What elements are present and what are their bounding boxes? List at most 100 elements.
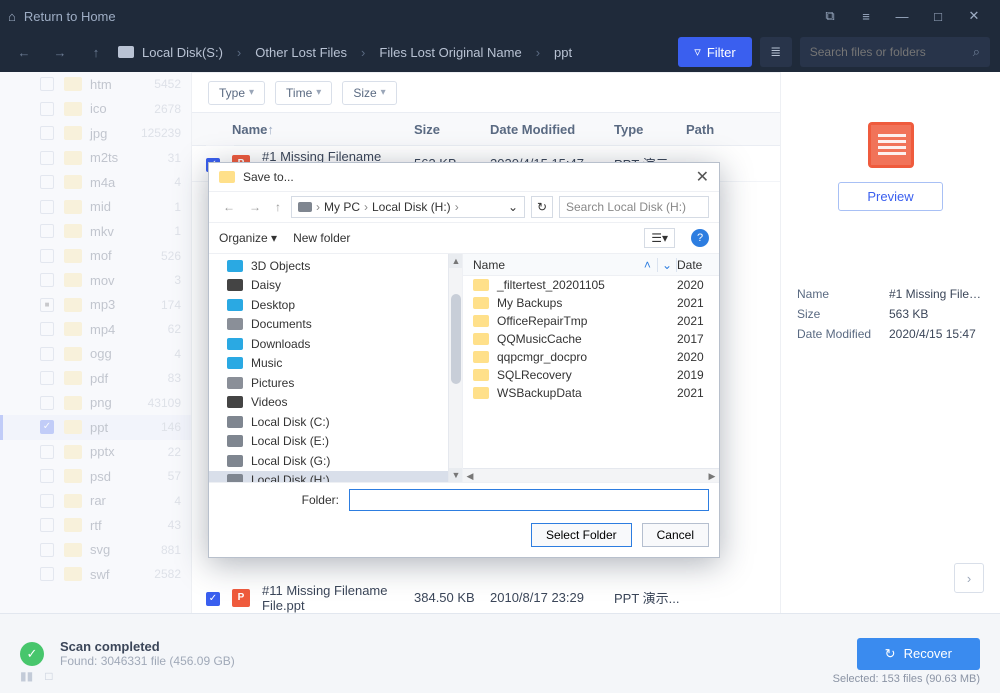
new-folder-button[interactable]: New folder <box>293 231 350 245</box>
dlg-forward-button[interactable]: → <box>245 200 265 214</box>
sidebar-item-mov[interactable]: mov3 <box>0 268 191 293</box>
sidebar-item-png[interactable]: png43109 <box>0 391 191 416</box>
filter-size[interactable]: Size <box>342 81 396 105</box>
sidebar-item-swf[interactable]: swf2582 <box>0 562 191 587</box>
list-view-icon[interactable]: ≣ <box>760 37 792 67</box>
dlg-back-button[interactable]: ← <box>219 200 239 214</box>
folder-item[interactable]: My Backups2021 <box>463 294 719 312</box>
checkbox[interactable] <box>40 445 54 459</box>
tree-item[interactable]: Local Disk (E:) <box>209 432 462 452</box>
scroll-down-icon[interactable]: ▼ <box>449 468 463 482</box>
filter-type[interactable]: Type <box>208 81 265 105</box>
sort-indicator-icon[interactable]: ˄ <box>644 258 657 272</box>
tree-item[interactable]: Desktop <box>209 295 462 315</box>
breadcrumb-3[interactable]: ppt <box>554 45 572 60</box>
folder-item[interactable]: WSBackupData2021 <box>463 384 719 402</box>
checkbox[interactable] <box>40 298 54 312</box>
col-type[interactable]: Type <box>614 122 686 137</box>
tree-item[interactable]: Documents <box>209 315 462 335</box>
col-path[interactable]: Path <box>686 122 766 137</box>
dlg-path-0[interactable]: My PC <box>324 200 360 214</box>
playback-controls[interactable]: ▮▮ □ <box>20 669 52 683</box>
help-icon[interactable]: ? <box>691 229 709 247</box>
folder-item[interactable]: OfficeRepairTmp2021 <box>463 312 719 330</box>
breadcrumb-2[interactable]: Files Lost Original Name <box>379 45 521 60</box>
search-input[interactable] <box>810 45 965 59</box>
checkbox[interactable] <box>40 371 54 385</box>
checkbox[interactable] <box>40 224 54 238</box>
files-col-date[interactable]: Date <box>677 258 719 272</box>
forward-button[interactable]: → <box>46 38 74 66</box>
breadcrumb-1[interactable]: Other Lost Files <box>255 45 347 60</box>
dlg-path[interactable]: › My PC › Local Disk (H:) › ⌄ <box>291 196 525 218</box>
filter-time[interactable]: Time <box>275 81 332 105</box>
sidebar-item-jpg[interactable]: jpg125239 <box>0 121 191 146</box>
folder-input[interactable] <box>349 489 709 511</box>
sidebar-item-mid[interactable]: mid1 <box>0 195 191 220</box>
checkbox[interactable] <box>40 249 54 263</box>
sidebar-item-rar[interactable]: rar4 <box>0 489 191 514</box>
filter-button[interactable]: ▿ Filter <box>678 37 751 67</box>
close-window-button[interactable]: ✕ <box>956 0 992 32</box>
tree-item[interactable]: Pictures <box>209 373 462 393</box>
dialog-close-button[interactable]: ✕ <box>696 167 709 187</box>
preview-button[interactable]: Preview <box>838 182 942 211</box>
layout-icon-1[interactable]: ⧉ <box>812 0 848 32</box>
folder-item[interactable]: SQLRecovery2019 <box>463 366 719 384</box>
sidebar-item-ico[interactable]: ico2678 <box>0 97 191 122</box>
sidebar-item-mp3[interactable]: mp3174 <box>0 293 191 318</box>
scroll-thumb[interactable] <box>451 294 461 384</box>
sidebar-item-mof[interactable]: mof526 <box>0 244 191 269</box>
menu-lines-icon[interactable]: ≡ <box>848 0 884 32</box>
recover-button[interactable]: ↻ Recover <box>857 638 980 670</box>
sidebar-item-ogg[interactable]: ogg4 <box>0 342 191 367</box>
col-drop-icon[interactable]: ⌄ <box>657 258 677 272</box>
return-home-link[interactable]: Return to Home <box>24 9 116 24</box>
breadcrumb-0[interactable]: Local Disk(S:) <box>142 45 223 60</box>
minimize-button[interactable]: — <box>884 0 920 32</box>
sidebar-item-mkv[interactable]: mkv1 <box>0 219 191 244</box>
col-size[interactable]: Size <box>414 122 490 137</box>
sidebar-item-rtf[interactable]: rtf43 <box>0 513 191 538</box>
tree-item[interactable]: Videos <box>209 393 462 413</box>
select-folder-button[interactable]: Select Folder <box>531 523 632 547</box>
table-row[interactable]: #11 Missing Filename File.ppt384.50 KB20… <box>192 580 780 613</box>
checkbox[interactable] <box>40 102 54 116</box>
sidebar-item-mp4[interactable]: mp462 <box>0 317 191 342</box>
checkbox[interactable] <box>40 347 54 361</box>
view-mode-button[interactable]: ☰▾ <box>644 228 675 248</box>
checkbox[interactable] <box>40 567 54 581</box>
checkbox[interactable] <box>40 175 54 189</box>
tree-item[interactable]: Daisy <box>209 276 462 296</box>
checkbox[interactable] <box>40 420 54 434</box>
stop-icon[interactable]: □ <box>45 669 52 683</box>
dlg-refresh-button[interactable]: ↻ <box>531 196 553 218</box>
checkbox[interactable] <box>40 77 54 91</box>
sidebar-item-htm[interactable]: htm5452 <box>0 72 191 97</box>
tree-item[interactable]: Downloads <box>209 334 462 354</box>
sidebar-item-psd[interactable]: psd57 <box>0 464 191 489</box>
checkbox[interactable] <box>40 543 54 557</box>
back-button[interactable]: ← <box>10 38 38 66</box>
folder-item[interactable]: qqpcmgr_docpro2020 <box>463 348 719 366</box>
row-checkbox[interactable] <box>206 592 220 606</box>
chevron-down-icon[interactable]: ⌄ <box>508 200 518 214</box>
dialog-tree[interactable]: 3D ObjectsDaisyDesktopDocumentsDownloads… <box>209 254 463 482</box>
sidebar-item-m4a[interactable]: m4a4 <box>0 170 191 195</box>
col-date[interactable]: Date Modified <box>490 122 614 137</box>
cancel-button[interactable]: Cancel <box>642 523 709 547</box>
select-all-checkbox[interactable] <box>206 110 234 146</box>
tree-item[interactable]: Music <box>209 354 462 374</box>
dlg-path-1[interactable]: Local Disk (H:) <box>372 200 451 214</box>
scroll-up-icon[interactable]: ▲ <box>449 254 463 268</box>
tree-item[interactable]: 3D Objects <box>209 256 462 276</box>
tree-scrollbar[interactable]: ▲ ▼ <box>448 254 462 482</box>
checkbox[interactable] <box>40 518 54 532</box>
tree-item[interactable]: Local Disk (G:) <box>209 451 462 471</box>
sidebar-item-pdf[interactable]: pdf83 <box>0 366 191 391</box>
pause-icon[interactable]: ▮▮ <box>20 669 33 683</box>
organize-button[interactable]: Organize ▾ <box>219 231 277 245</box>
checkbox[interactable] <box>40 322 54 336</box>
checkbox[interactable] <box>40 396 54 410</box>
checkbox[interactable] <box>40 273 54 287</box>
